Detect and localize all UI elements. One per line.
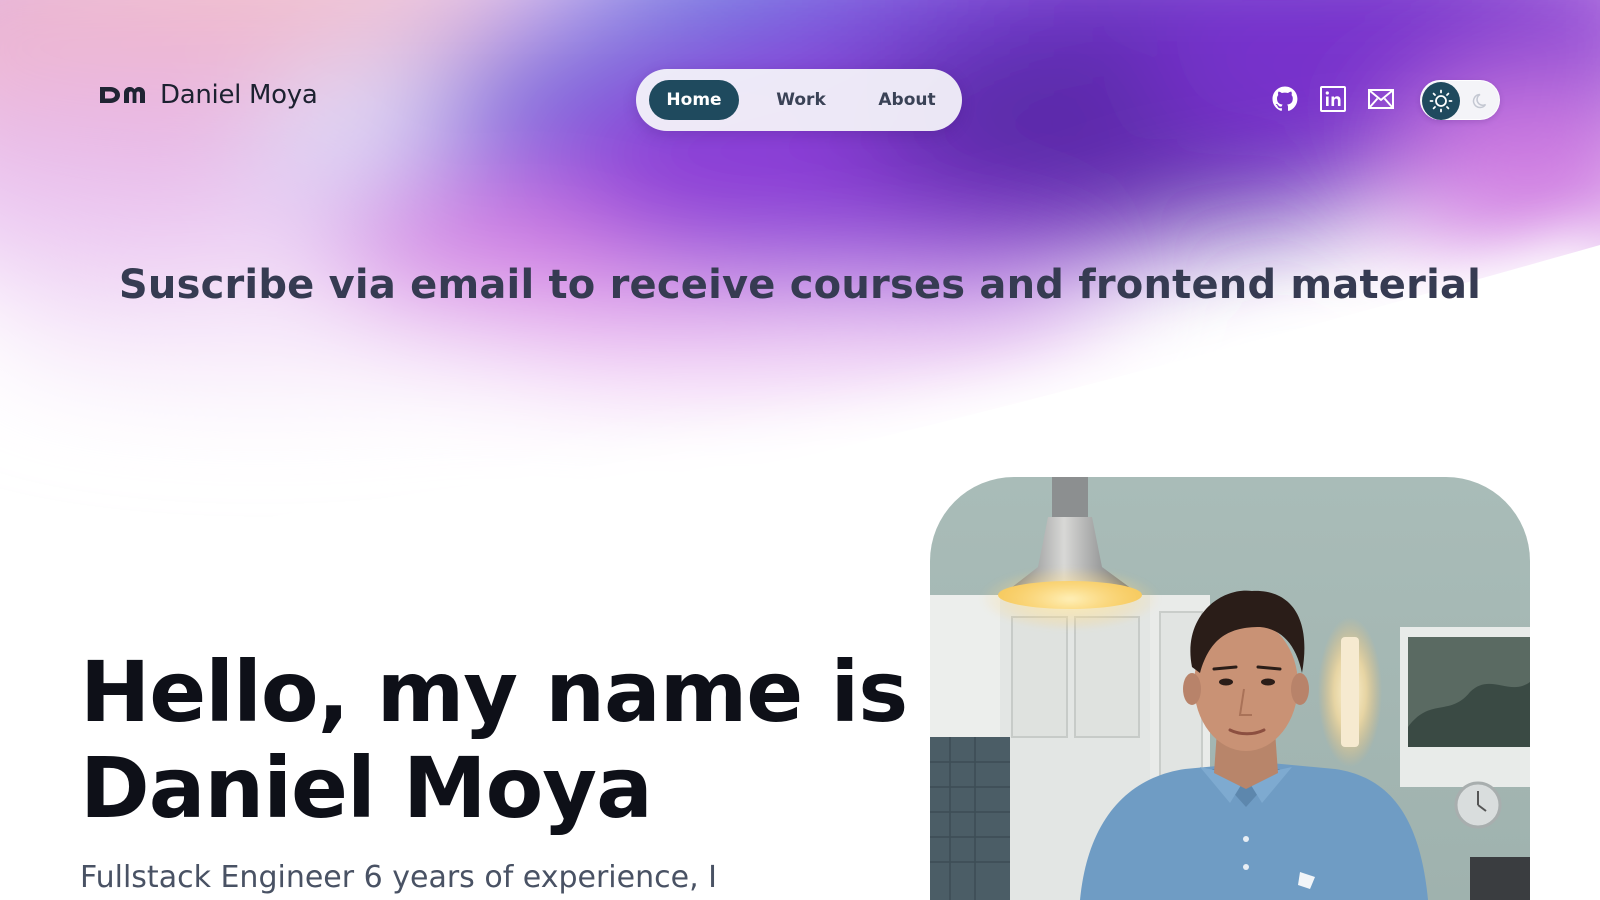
intro-heading: Hello, my name is Daniel Moya <box>80 644 940 836</box>
intro-heading-line2: Daniel Moya <box>80 739 653 837</box>
brand-logo <box>100 87 145 103</box>
sun-icon <box>1429 89 1453 113</box>
intro-heading-line1: Hello, my name is <box>80 643 908 741</box>
intro-subtitle: Fullstack Engineer 6 years of experience… <box>80 860 717 895</box>
brand-link[interactable]: Daniel Moya <box>98 80 318 110</box>
profile-photo <box>930 477 1530 900</box>
nav-about[interactable]: About <box>861 80 953 120</box>
nav-work[interactable]: Work <box>756 80 846 120</box>
linkedin-icon[interactable] <box>1318 84 1348 114</box>
theme-toggle-knob <box>1422 82 1460 120</box>
moon-icon <box>1472 93 1487 109</box>
main-nav: Home Work About <box>636 69 962 131</box>
theme-toggle[interactable] <box>1420 80 1500 120</box>
github-icon[interactable] <box>1270 84 1300 114</box>
brand-name: Daniel Moya <box>160 80 318 110</box>
subscribe-banner: Suscribe via email to receive courses an… <box>118 262 1482 308</box>
mail-icon[interactable] <box>1366 84 1396 114</box>
site-header: Daniel Moya Home Work About <box>0 0 1600 200</box>
nav-home[interactable]: Home <box>649 80 739 120</box>
